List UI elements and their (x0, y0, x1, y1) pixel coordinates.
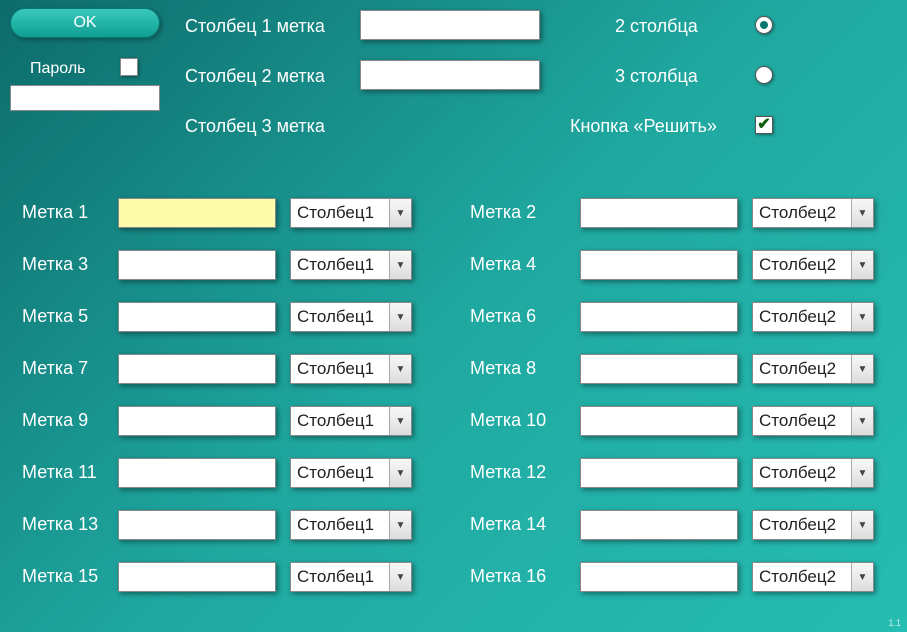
row-input-8[interactable] (580, 354, 738, 384)
password-checkbox[interactable] (120, 58, 138, 76)
row-input-9[interactable] (118, 406, 276, 436)
solve-button-checkbox[interactable]: ✔ (755, 116, 773, 134)
chevron-down-icon[interactable]: ▼ (851, 251, 873, 279)
row-select-7[interactable]: Столбец1▼ (290, 354, 412, 384)
row-input-2[interactable] (580, 198, 738, 228)
chevron-down-icon[interactable]: ▼ (389, 407, 411, 435)
chevron-down-icon[interactable]: ▼ (851, 355, 873, 383)
row-input-15[interactable] (118, 562, 276, 592)
row-label-5: Метка 5 (22, 306, 112, 327)
column3-label: Столбец 3 метка (185, 116, 345, 137)
row-select-text-2: Столбец2 (753, 203, 851, 223)
row-input-14[interactable] (580, 510, 738, 540)
row-select-8[interactable]: Столбец2▼ (752, 354, 874, 384)
row-select-text-13: Столбец1 (291, 515, 389, 535)
chevron-down-icon[interactable]: ▼ (851, 511, 873, 539)
row-label-4: Метка 4 (470, 254, 560, 275)
two-columns-radio[interactable] (755, 16, 773, 34)
row-label-1: Метка 1 (22, 202, 112, 223)
row-select-6[interactable]: Столбец2▼ (752, 302, 874, 332)
row-label-7: Метка 7 (22, 358, 112, 379)
row-input-4[interactable] (580, 250, 738, 280)
row-select-text-12: Столбец2 (753, 463, 851, 483)
row-select-text-11: Столбец1 (291, 463, 389, 483)
row-select-11[interactable]: Столбец1▼ (290, 458, 412, 488)
row-input-7[interactable] (118, 354, 276, 384)
chevron-down-icon[interactable]: ▼ (851, 459, 873, 487)
row-label-9: Метка 9 (22, 410, 112, 431)
chevron-down-icon[interactable]: ▼ (389, 459, 411, 487)
chevron-down-icon[interactable]: ▼ (389, 563, 411, 591)
row-select-text-15: Столбец1 (291, 567, 389, 587)
version-label: 1.1 (888, 618, 901, 628)
row-select-text-8: Столбец2 (753, 359, 851, 379)
row-label-12: Метка 12 (470, 462, 560, 483)
chevron-down-icon[interactable]: ▼ (389, 199, 411, 227)
column1-input[interactable] (360, 10, 540, 40)
row-label-2: Метка 2 (470, 202, 560, 223)
row-select-2[interactable]: Столбец2▼ (752, 198, 874, 228)
row-input-13[interactable] (118, 510, 276, 540)
row-select-text-3: Столбец1 (291, 255, 389, 275)
row-select-4[interactable]: Столбец2▼ (752, 250, 874, 280)
chevron-down-icon[interactable]: ▼ (389, 303, 411, 331)
row-label-15: Метка 15 (22, 566, 112, 587)
row-select-14[interactable]: Столбец2▼ (752, 510, 874, 540)
column1-label: Столбец 1 метка (185, 16, 345, 37)
password-label: Пароль (30, 60, 86, 78)
three-columns-radio[interactable] (755, 66, 773, 84)
two-columns-label: 2 столбца (615, 16, 698, 37)
row-label-14: Метка 14 (470, 514, 560, 535)
chevron-down-icon[interactable]: ▼ (389, 355, 411, 383)
row-select-text-14: Столбец2 (753, 515, 851, 535)
column2-label: Столбец 2 метка (185, 66, 345, 87)
row-select-text-6: Столбец2 (753, 307, 851, 327)
row-select-5[interactable]: Столбец1▼ (290, 302, 412, 332)
ok-button[interactable]: OK (10, 8, 160, 38)
row-select-text-9: Столбец1 (291, 411, 389, 431)
row-select-text-1: Столбец1 (291, 203, 389, 223)
row-label-13: Метка 13 (22, 514, 112, 535)
chevron-down-icon[interactable]: ▼ (851, 407, 873, 435)
row-label-3: Метка 3 (22, 254, 112, 275)
row-label-8: Метка 8 (470, 358, 560, 379)
row-input-16[interactable] (580, 562, 738, 592)
row-label-11: Метка 11 (22, 462, 112, 483)
row-input-3[interactable] (118, 250, 276, 280)
chevron-down-icon[interactable]: ▼ (389, 251, 411, 279)
row-select-15[interactable]: Столбец1▼ (290, 562, 412, 592)
row-select-text-7: Столбец1 (291, 359, 389, 379)
row-label-6: Метка 6 (470, 306, 560, 327)
row-select-text-4: Столбец2 (753, 255, 851, 275)
row-label-16: Метка 16 (470, 566, 560, 587)
row-input-1[interactable] (118, 198, 276, 228)
chevron-down-icon[interactable]: ▼ (851, 303, 873, 331)
password-input[interactable] (10, 85, 160, 111)
row-label-10: Метка 10 (470, 410, 560, 431)
chevron-down-icon[interactable]: ▼ (851, 563, 873, 591)
row-select-text-16: Столбец2 (753, 567, 851, 587)
column2-input[interactable] (360, 60, 540, 90)
row-select-text-5: Столбец1 (291, 307, 389, 327)
row-select-1[interactable]: Столбец1▼ (290, 198, 412, 228)
row-select-13[interactable]: Столбец1▼ (290, 510, 412, 540)
row-input-10[interactable] (580, 406, 738, 436)
row-select-text-10: Столбец2 (753, 411, 851, 431)
row-input-6[interactable] (580, 302, 738, 332)
row-select-16[interactable]: Столбец2▼ (752, 562, 874, 592)
row-select-3[interactable]: Столбец1▼ (290, 250, 412, 280)
chevron-down-icon[interactable]: ▼ (851, 199, 873, 227)
three-columns-label: 3 столбца (615, 66, 698, 87)
row-input-11[interactable] (118, 458, 276, 488)
row-input-5[interactable] (118, 302, 276, 332)
row-select-10[interactable]: Столбец2▼ (752, 406, 874, 436)
solve-button-label: Кнопка «Решить» (570, 116, 717, 137)
row-select-12[interactable]: Столбец2▼ (752, 458, 874, 488)
row-input-12[interactable] (580, 458, 738, 488)
chevron-down-icon[interactable]: ▼ (389, 511, 411, 539)
row-select-9[interactable]: Столбец1▼ (290, 406, 412, 436)
